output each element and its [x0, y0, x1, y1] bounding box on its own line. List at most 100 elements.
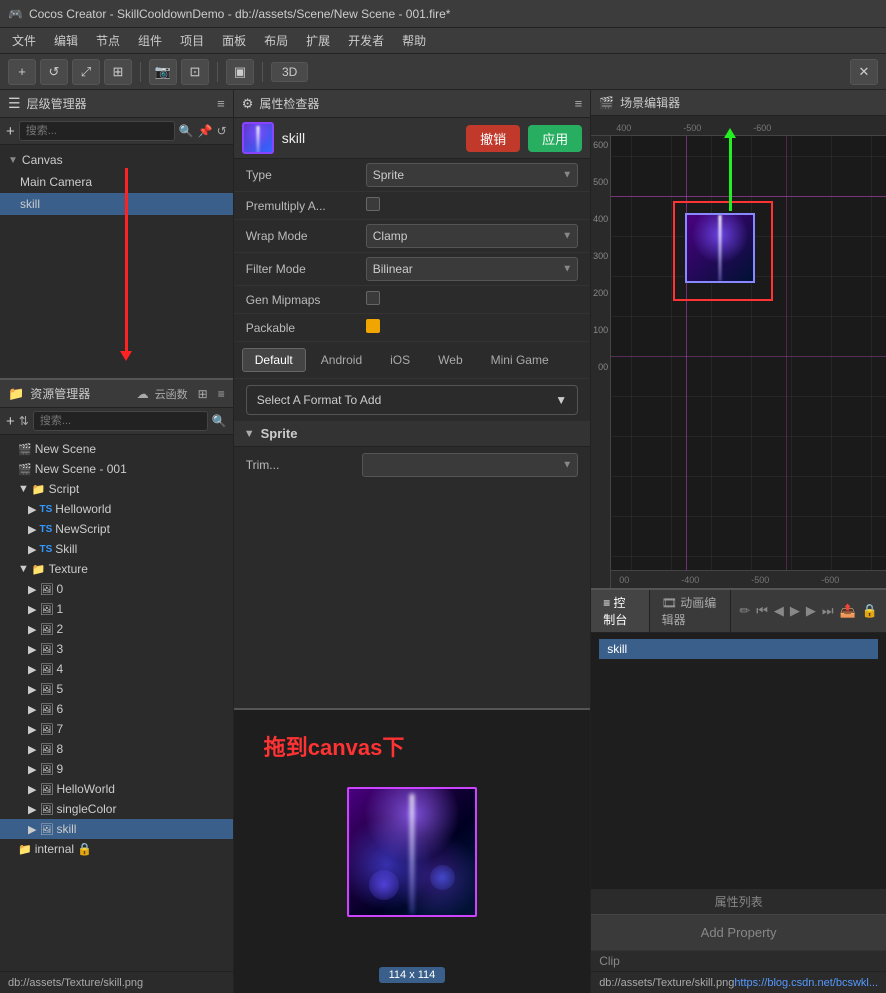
- menu-bar: 文件 编辑 节点 组件 项目 面板 布局 扩展 开发者 帮助: [0, 28, 886, 54]
- hierarchy-refresh-icon[interactable]: ↺: [217, 124, 227, 138]
- prop-type-select[interactable]: Sprite: [366, 163, 578, 187]
- console-play-icon[interactable]: ▶: [790, 603, 800, 619]
- asset-item-tex-3[interactable]: ▶ 🖼 3: [0, 639, 233, 659]
- console-end-icon[interactable]: ⏭: [822, 603, 834, 619]
- asset-header: 📁 资源管理器 ☁ 云函数 ⊞ ≡: [0, 380, 233, 408]
- menu-layout[interactable]: 布局: [256, 30, 296, 51]
- asset-item-tex-6[interactable]: ▶ 🖼 6: [0, 699, 233, 719]
- toolbar-rect-btn[interactable]: ⊡: [181, 59, 209, 85]
- asset-item-new-scene[interactable]: 🎬 New Scene: [0, 439, 233, 459]
- asset-item-tex-1[interactable]: ▶ 🖼 1: [0, 599, 233, 619]
- tree-item-main-camera[interactable]: Main Camera: [0, 171, 233, 193]
- asset-add-icon[interactable]: +: [6, 413, 15, 430]
- tab-default[interactable]: Default: [242, 348, 306, 372]
- prop-packable-checkbox[interactable]: [366, 319, 380, 333]
- tab-ios[interactable]: iOS: [377, 348, 423, 372]
- toolbar-close-btn[interactable]: ✕: [850, 59, 878, 85]
- scene-canvas[interactable]: 400 -500 -600 600 500 400 300 200 100 00: [591, 116, 886, 588]
- menu-project[interactable]: 项目: [172, 30, 212, 51]
- menu-devtools[interactable]: 开发者: [340, 30, 392, 51]
- prop-filter-mode-select[interactable]: Bilinear: [366, 257, 578, 281]
- prop-premultiply-checkbox[interactable]: [366, 197, 380, 211]
- prop-list-label: 属性列表: [591, 889, 886, 914]
- apply-button[interactable]: 应用: [528, 125, 582, 152]
- asset-item-helloworld-tex[interactable]: ▶ 🖼 HelloWorld: [0, 779, 233, 799]
- prop-wrap-mode-select[interactable]: Clamp: [366, 224, 578, 248]
- toolbar-refresh-btn[interactable]: ↺: [40, 59, 68, 85]
- asset-item-tex-0[interactable]: ▶ 🖼 0: [0, 579, 233, 599]
- menu-file[interactable]: 文件: [4, 30, 44, 51]
- asset-item-single-color[interactable]: ▶ 🖼 singleColor: [0, 799, 233, 819]
- console-tab-animation[interactable]: 🎞 动画编辑器: [650, 590, 732, 632]
- prop-gen-mipmaps-checkbox[interactable]: [366, 291, 380, 305]
- tab-web[interactable]: Web: [425, 348, 475, 372]
- asset-item-skill-script[interactable]: ▶ TS Skill: [0, 539, 233, 559]
- asset-sort-icon[interactable]: ⇅: [19, 414, 29, 428]
- console-edit-icon[interactable]: ✏: [739, 603, 750, 619]
- asset-item-texture[interactable]: ▼ 📁 Texture: [0, 559, 233, 579]
- asset-item-skill-tex[interactable]: ▶ 🖼 skill: [0, 819, 233, 839]
- app-icon: 🎮: [8, 7, 23, 21]
- asset-item-new-scene-001[interactable]: 🎬 New Scene - 001: [0, 459, 233, 479]
- tree-item-skill[interactable]: skill: [0, 193, 233, 215]
- toolbar-grid-btn[interactable]: ⊞: [104, 59, 132, 85]
- menu-edit[interactable]: 编辑: [46, 30, 86, 51]
- asset-view-icon[interactable]: ⊞: [198, 387, 208, 401]
- toolbar-maximize-btn[interactable]: ⤢: [72, 59, 100, 85]
- console-fwd-icon[interactable]: ▶: [806, 603, 816, 619]
- asset-search-icon[interactable]: 🔍: [212, 414, 227, 428]
- hierarchy-lock-icon[interactable]: 📌: [198, 124, 213, 138]
- hierarchy-menu-icon[interactable]: ≡: [217, 96, 225, 111]
- tree-item-canvas[interactable]: ▼ Canvas: [0, 149, 233, 171]
- prop-gen-mipmaps-label: Gen Mipmaps: [246, 293, 366, 307]
- asset-item-helloworld[interactable]: ▶ TS Helloworld: [0, 499, 233, 519]
- cloud-icon[interactable]: ☁: [137, 387, 149, 401]
- asset-search-input[interactable]: [33, 411, 208, 431]
- toolbar-3d-btn[interactable]: 3D: [271, 62, 308, 82]
- tab-mini-game[interactable]: Mini Game: [478, 348, 562, 372]
- console-lock-icon[interactable]: 🔒: [862, 603, 878, 619]
- hierarchy-search-input[interactable]: [19, 121, 175, 141]
- console-back-icon[interactable]: ◀: [774, 603, 784, 619]
- toolbar-transform-btn[interactable]: ▣: [226, 59, 254, 85]
- toolbar-add-btn[interactable]: +: [8, 59, 36, 85]
- asset-item-tex-4[interactable]: ▶ 🖼 4: [0, 659, 233, 679]
- inspector-menu-icon[interactable]: ≡: [575, 96, 583, 111]
- trim-select[interactable]: [362, 453, 578, 477]
- menu-help[interactable]: 帮助: [394, 30, 434, 51]
- prop-row-wrap-mode: Wrap Mode Clamp ▼: [234, 220, 590, 253]
- add-property-button[interactable]: Add Property: [591, 914, 886, 950]
- hierarchy-search-icon[interactable]: 🔍: [179, 124, 194, 138]
- asset-item-internal[interactable]: 📁 internal 🔒: [0, 839, 233, 859]
- hierarchy-add-icon[interactable]: +: [6, 123, 15, 140]
- console-export-icon[interactable]: 📤: [840, 603, 856, 619]
- asset-item-newscript[interactable]: ▶ TS NewScript: [0, 519, 233, 539]
- title-bar-text: Cocos Creator - SkillCooldownDemo - db:/…: [29, 7, 451, 21]
- toolbar-camera-btn[interactable]: 📷: [149, 59, 177, 85]
- h-line-mid: [611, 356, 886, 357]
- scene-grid: [591, 116, 886, 588]
- tex-9-arrow: ▶: [28, 763, 36, 776]
- format-dropdown[interactable]: Select A Format To Add ▼: [246, 385, 578, 415]
- asset-item-tex-9[interactable]: ▶ 🖼 9: [0, 759, 233, 779]
- menu-node[interactable]: 节点: [88, 30, 128, 51]
- menu-extension[interactable]: 扩展: [298, 30, 338, 51]
- asset-item-tex-2[interactable]: ▶ 🖼 2: [0, 619, 233, 639]
- asset-menu-icon[interactable]: ≡: [218, 387, 225, 401]
- menu-component[interactable]: 组件: [130, 30, 170, 51]
- asset-item-tex-7[interactable]: ▶ 🖼 7: [0, 719, 233, 739]
- asset-title: 资源管理器: [30, 385, 130, 402]
- console-tab-console[interactable]: ≡ 控制台: [591, 590, 649, 632]
- asset-item-tex-8[interactable]: ▶ 🖼 8: [0, 739, 233, 759]
- asset-item-script[interactable]: ▼ 📁 Script: [0, 479, 233, 499]
- console-prev-icon[interactable]: ⏮: [756, 603, 768, 619]
- skill-tex-icon: 🖼: [39, 823, 53, 836]
- tab-android[interactable]: Android: [308, 348, 375, 372]
- skill-icon-preview: [242, 122, 274, 154]
- cancel-button[interactable]: 撤销: [466, 125, 520, 152]
- prop-row-filter-mode: Filter Mode Bilinear ▼: [234, 253, 590, 286]
- menu-panel[interactable]: 面板: [214, 30, 254, 51]
- scene-editor-header: 🎬 场景编辑器: [591, 90, 886, 116]
- asset-item-tex-5[interactable]: ▶ 🖼 5: [0, 679, 233, 699]
- ruler-top-500: -500: [683, 123, 701, 133]
